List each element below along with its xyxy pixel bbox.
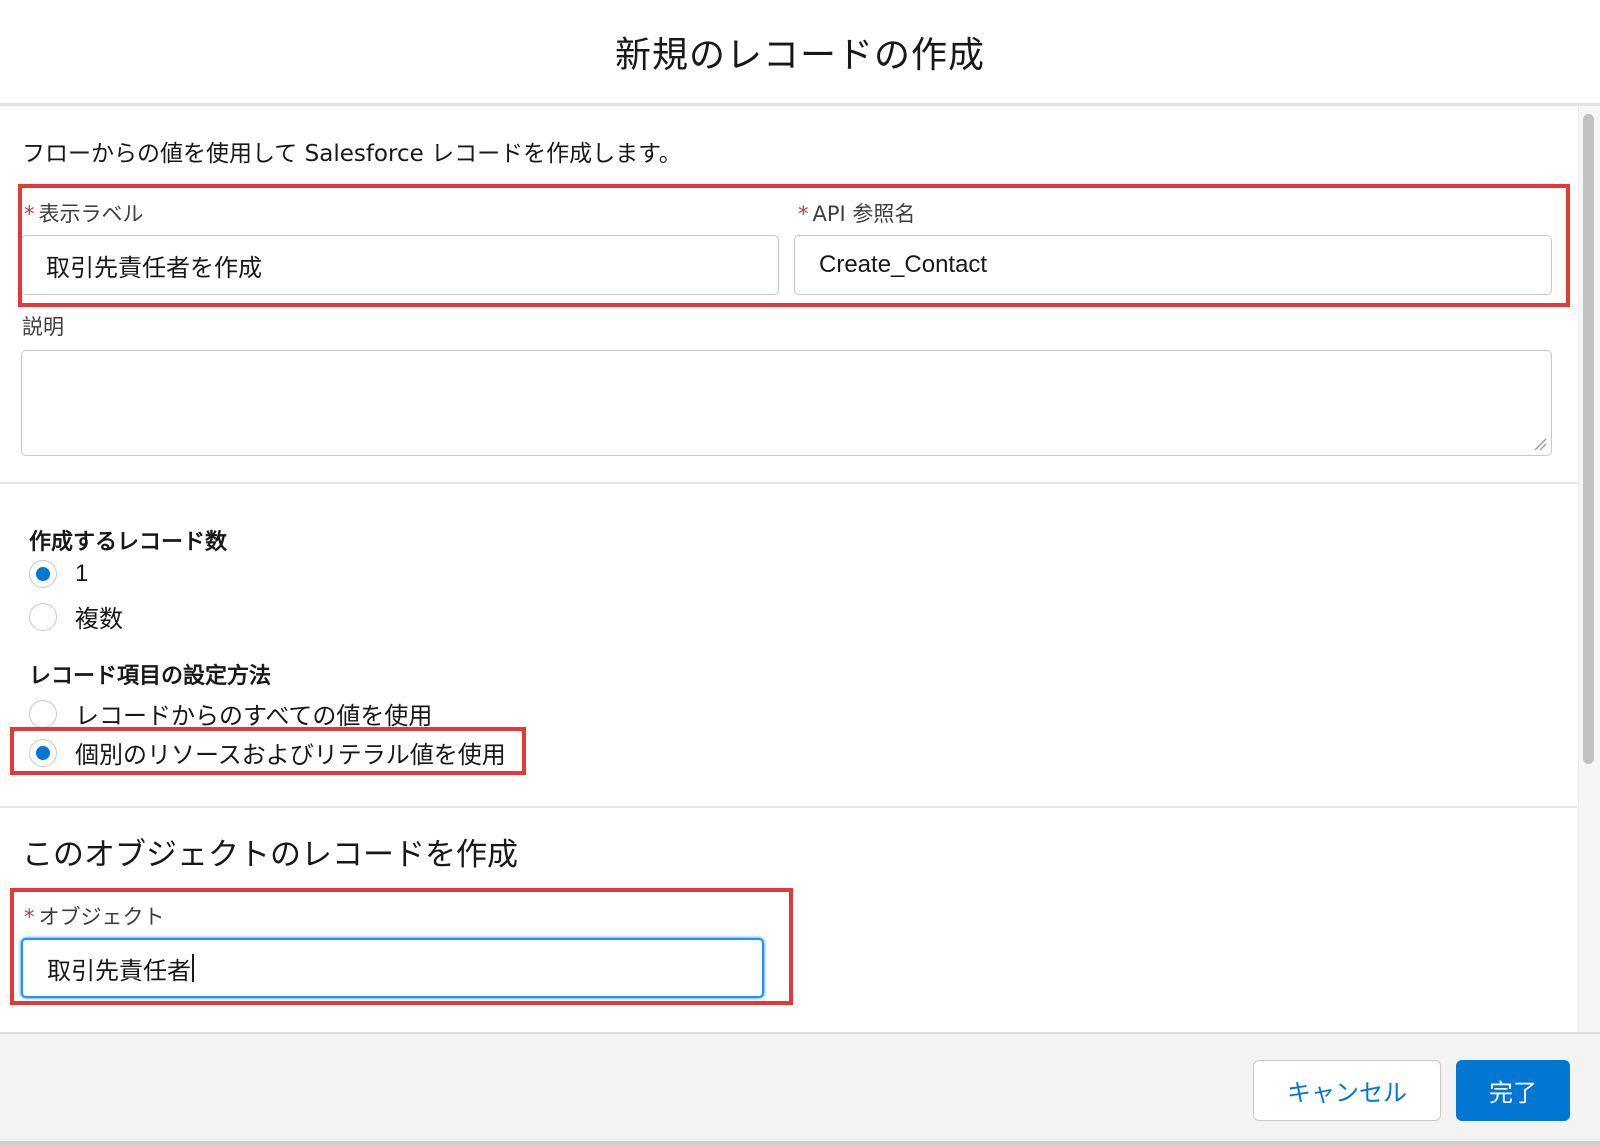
description-textarea[interactable] xyxy=(21,350,1552,456)
resize-grip-icon[interactable] xyxy=(1533,437,1547,451)
radio-option-single[interactable]: 1 xyxy=(29,560,88,588)
radio-label: レコードからのすべての値を使用 xyxy=(75,702,433,730)
cancel-button[interactable]: キャンセル xyxy=(1253,1060,1441,1121)
scrollbar-thumb[interactable] xyxy=(1583,114,1594,764)
description-text: フローからの値を使用して Salesforce レコードを作成します。 xyxy=(22,141,682,167)
section-divider xyxy=(0,806,1578,808)
radio-unchecked-icon[interactable] xyxy=(29,602,57,631)
section-divider xyxy=(0,482,1578,484)
footer-edge xyxy=(0,1141,1600,1145)
radio-option-all-values[interactable]: レコードからのすべての値を使用 xyxy=(29,696,432,731)
modal-footer: キャンセル 完了 xyxy=(0,1032,1600,1145)
modal-title: 新規のレコードの作成 xyxy=(614,34,985,76)
modal-header: 新規のレコードの作成 xyxy=(0,0,1600,106)
highlight-box-label-api xyxy=(18,184,1570,307)
radio-option-multiple[interactable]: 複数 xyxy=(29,599,123,634)
field-setting-label: レコード項目の設定方法 xyxy=(29,664,272,689)
radio-checked-icon[interactable] xyxy=(29,560,57,588)
description-field-label: 説明 xyxy=(22,315,64,339)
radio-label: 1 xyxy=(75,560,89,587)
highlight-box-individual xyxy=(10,727,526,775)
highlight-box-object xyxy=(10,888,793,1005)
record-count-label: 作成するレコード数 xyxy=(29,530,228,555)
radio-label: 複数 xyxy=(75,605,123,633)
object-section-title: このオブジェクトのレコードを作成 xyxy=(22,837,518,873)
radio-unchecked-icon[interactable] xyxy=(29,699,57,728)
modal-body: フローからの値を使用して Salesforce レコードを作成します。 * 表示ラ… xyxy=(0,106,1578,1032)
done-button[interactable]: 完了 xyxy=(1456,1060,1570,1121)
